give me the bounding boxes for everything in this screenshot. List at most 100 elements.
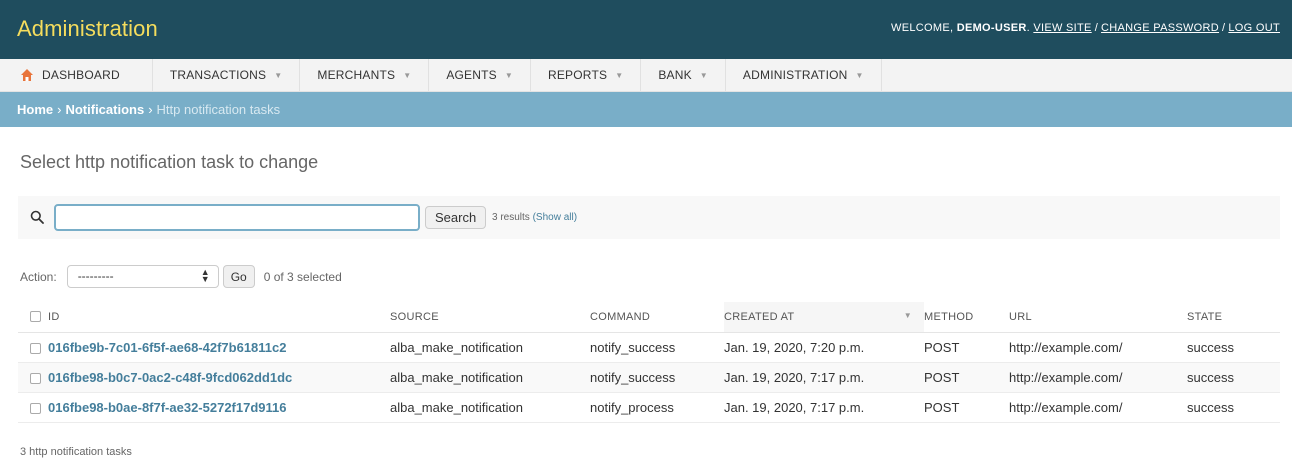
breadcrumb-separator: › [57,102,62,117]
breadcrumb-notifications-link[interactable]: Notifications [65,102,144,117]
column-header-id[interactable]: ID [48,302,390,333]
url-cell: http://example.com/ [1009,362,1187,393]
sort-descending-icon[interactable]: ▼ [904,311,912,320]
main-nav: Dashboard Transactions ▼ Merchants ▼ Agent… [0,59,1292,92]
chevron-down-icon: ▼ [699,70,708,80]
user-tools: Welcome, demo-user. View site / Change pas… [891,22,1280,34]
command-cell: notify_success [590,332,724,363]
nav-item-label: Agents [446,68,497,82]
username: demo-user [956,22,1027,34]
command-cell: notify_success [590,362,724,393]
view-site-link[interactable]: View site [1033,22,1091,34]
user-tools-separator: / [1222,22,1226,34]
column-header-created-at[interactable]: Created at ▼ [724,302,924,333]
column-header-source[interactable]: Source [390,302,590,333]
search-icon [30,210,44,224]
nav-item-reports[interactable]: Reports ▼ [531,59,642,91]
row-checkbox[interactable] [30,342,41,354]
search-input[interactable] [54,204,420,231]
results-count: 3 results (Show all) [492,212,577,223]
table-row: 016fbe98-b0ae-8f7f-ae32-5272f17d9116 alb… [18,392,1280,423]
column-header-state[interactable]: State [1187,302,1280,333]
breadcrumb: Home › Notifications › Http notification… [0,92,1292,127]
table-row: 016fbe98-b0c7-0ac2-c48f-9fcd062dd1dc alb… [18,362,1280,393]
results-text: 3 results [492,212,530,223]
results-table: ID Source Command Created at ▼ Method URL… [18,302,1280,423]
command-cell: notify_process [590,392,724,423]
nav-item-label: Merchants [317,68,396,82]
result-total: 3 http notification tasks [20,446,132,458]
home-icon [20,68,34,82]
nav-item-label: Dashboard [42,68,120,82]
column-header-command[interactable]: Command [590,302,724,333]
select-arrows-icon: ▲ ▼ [200,267,210,284]
search-button[interactable]: Search [425,206,487,229]
breadcrumb-current: Http notification tasks [156,102,281,117]
state-cell: success [1187,362,1280,393]
site-title[interactable]: Administration [17,16,158,42]
log-out-link[interactable]: Log out [1228,22,1280,34]
actions-bar: Action: --------- ▲ ▼ Go 0 of 3 selected [18,264,342,289]
chevron-down-icon: ▼ [403,70,412,80]
created-at-cell: Jan. 19, 2020, 7:17 p.m. [724,392,924,423]
created-at-cell: Jan. 19, 2020, 7:20 p.m. [724,332,924,363]
nav-item-administration[interactable]: Administration ▼ [726,59,882,91]
select-all-checkbox[interactable] [30,311,41,323]
source-cell: alba_make_notification [390,392,590,423]
table-header-row: ID Source Command Created at ▼ Method URL… [18,302,1280,333]
table-row: 016fbe9b-7c01-6f5f-ae68-42f7b61811c2 alb… [18,332,1280,363]
select-all-cell [18,302,48,333]
nav-item-label: Administration [742,68,848,82]
chevron-down-icon: ▼ [504,70,513,80]
row-select-cell [18,362,48,393]
row-checkbox[interactable] [30,372,41,384]
nav-item-label: Bank [658,68,692,82]
action-select[interactable]: --------- ▲ ▼ [66,265,219,288]
nav-item-bank[interactable]: Bank ▼ [641,59,726,91]
nav-item-label: Transactions [169,68,267,82]
show-all-link[interactable]: (Show all) [533,212,577,223]
id-cell: 016fbe98-b0ae-8f7f-ae32-5272f17d9116 [48,392,390,423]
selected-count: 0 of 3 selected [263,269,342,284]
state-cell: success [1187,392,1280,423]
nav-item-agents[interactable]: Agents ▼ [429,59,531,91]
task-id-link[interactable]: 016fbe9b-7c01-6f5f-ae68-42f7b61811c2 [48,340,287,355]
task-id-link[interactable]: 016fbe98-b0c7-0ac2-c48f-9fcd062dd1dc [48,370,292,385]
nav-item-dashboard[interactable]: Dashboard [0,59,153,91]
id-cell: 016fbe9b-7c01-6f5f-ae68-42f7b61811c2 [48,332,390,363]
chevron-down-icon: ▼ [274,70,283,80]
column-header-method[interactable]: Method [924,302,1009,333]
page-title: Select http notification task to change [20,152,319,172]
search-toolbar: Search 3 results (Show all) [18,196,1280,239]
url-cell: http://example.com/ [1009,392,1187,423]
user-tools-separator: / [1094,22,1099,34]
source-cell: alba_make_notification [390,362,590,393]
id-cell: 016fbe98-b0c7-0ac2-c48f-9fcd062dd1dc [48,362,390,393]
url-cell: http://example.com/ [1009,332,1187,363]
action-label: Action: [20,269,57,284]
go-button[interactable]: Go [222,265,255,288]
created-at-cell: Jan. 19, 2020, 7:17 p.m. [724,362,924,393]
nav-item-label: Reports [547,68,608,82]
chevron-down-icon: ▼ [855,70,864,80]
column-header-label: Created at [724,310,795,323]
task-id-link[interactable]: 016fbe98-b0ae-8f7f-ae32-5272f17d9116 [48,400,287,415]
row-checkbox[interactable] [30,402,41,414]
breadcrumb-home-link[interactable]: Home [17,102,53,117]
row-select-cell [18,392,48,423]
method-cell: POST [924,392,1009,423]
breadcrumb-separator: › [148,102,153,117]
method-cell: POST [924,362,1009,393]
chevron-down-icon: ▼ [615,70,624,80]
action-selected-option: --------- [77,269,114,283]
site-header: Administration Welcome, demo-user. View … [0,0,1292,59]
welcome-text: Welcome, [891,22,954,34]
nav-item-merchants[interactable]: Merchants ▼ [300,59,430,91]
column-header-url[interactable]: URL [1009,302,1187,333]
change-password-link[interactable]: Change password [1101,22,1219,34]
state-cell: success [1187,332,1280,363]
nav-item-transactions[interactable]: Transactions ▼ [153,59,301,91]
row-select-cell [18,332,48,363]
method-cell: POST [924,332,1009,363]
source-cell: alba_make_notification [390,332,590,363]
